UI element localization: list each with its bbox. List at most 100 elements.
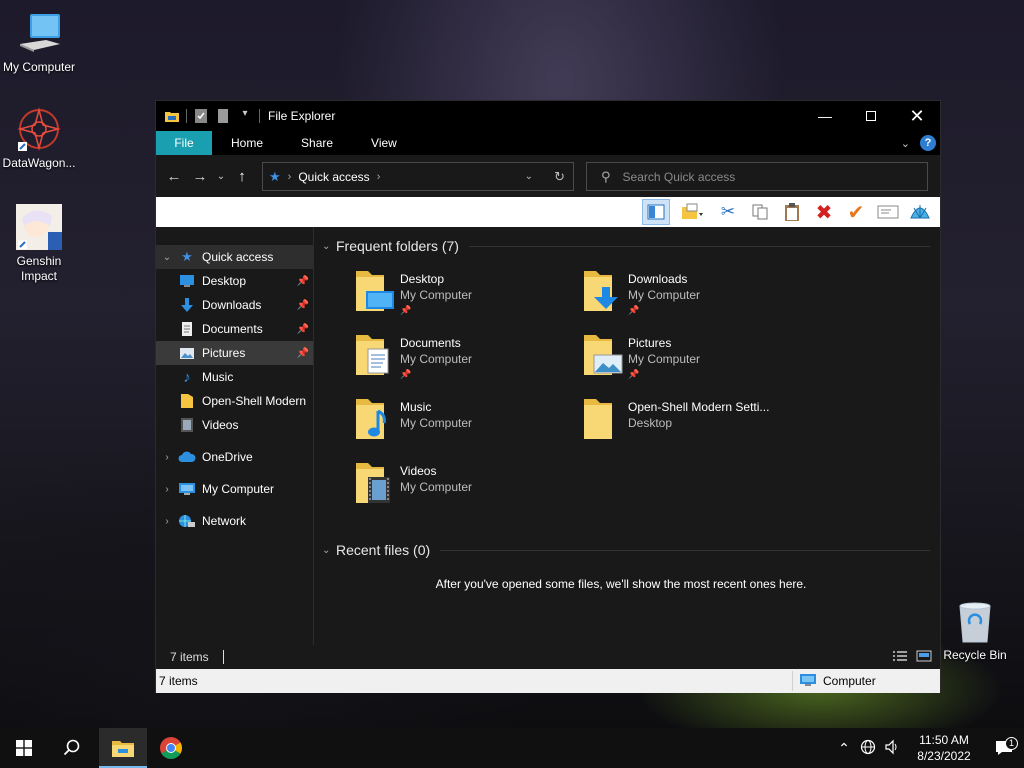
folder-tile-open-shell[interactable]: Open-Shell Modern Setti... Desktop [582,395,802,451]
folder-tile-desktop[interactable]: Desktop My Computer 📌 [354,267,574,323]
taskbar-file-explorer[interactable] [99,728,147,768]
breadcrumb-separator-icon: › [287,170,292,183]
explorer-body: ⌄ ★ Quick access Desktop 📌 Downloads 📌 D… [156,227,940,645]
nav-item-desktop[interactable]: Desktop 📌 [156,269,313,293]
desktop-icon-genshin[interactable]: Genshin Impact [0,204,81,284]
breadcrumb-quick-access[interactable]: Quick access [298,170,369,184]
nav-quick-access[interactable]: ⌄ ★ Quick access [156,245,313,269]
network-icon [178,513,196,529]
maximize-button[interactable] [848,101,894,131]
close-button[interactable]: ✕ [894,101,940,131]
chevron-right-icon[interactable]: › [156,516,178,527]
nav-item-music[interactable]: ♪ Music [156,365,313,389]
folder-pictures-icon [582,331,626,377]
recent-files-header[interactable]: ⌄ Recent files (0) [322,539,940,561]
nav-item-downloads[interactable]: Downloads 📌 [156,293,313,317]
recycle-bin-icon [952,602,998,644]
nav-item-open-shell[interactable]: Open-Shell Modern [156,389,313,413]
folder-downloads-icon [582,267,626,313]
chevron-down-icon[interactable]: ⌄ [322,241,336,252]
nav-item-pictures[interactable]: Pictures 📌 [156,341,313,365]
breadcrumb-separator-icon[interactable]: › [377,171,381,183]
search-input[interactable] [622,169,903,184]
folder-tile-documents[interactable]: Documents My Computer 📌 [354,331,574,387]
folder-icon[interactable] [164,108,180,124]
nav-label: Desktop [202,274,247,288]
properties-button[interactable]: ✔ [842,199,870,225]
forward-arrow-icon[interactable]: → [187,168,213,185]
nav-label: Network [202,514,247,528]
address-dropdown-icon[interactable]: ⌄ [525,171,533,182]
nav-item-documents[interactable]: Documents 📌 [156,317,313,341]
folder-location: My Computer [628,288,701,302]
pin-icon[interactable]: 📌 [297,300,309,311]
refresh-icon[interactable]: ↻ [554,169,565,185]
chevron-right-icon[interactable]: › [156,484,178,495]
tab-share[interactable]: Share [282,131,352,155]
new-folder-icon [682,203,703,219]
folder-tile-music[interactable]: Music My Computer [354,395,574,451]
open-shell-button[interactable] [906,199,934,225]
nav-network[interactable]: › Network [156,509,313,533]
show-hidden-icons-chevron-icon[interactable]: ⌃ [832,740,856,757]
large-icons-view-icon[interactable] [916,650,932,665]
taskbar-chrome[interactable] [147,728,195,768]
datawagon-icon [16,106,62,152]
chevron-right-icon[interactable]: › [156,452,178,463]
folder-tile-downloads[interactable]: Downloads My Computer 📌 [582,267,802,323]
address-bar[interactable]: ★ › Quick access › ⌄ ↻ [262,162,574,191]
pin-icon[interactable]: 📌 [297,276,309,287]
customize-qat-icon[interactable]: ▾ [237,108,253,124]
search-button[interactable] [48,728,96,768]
tab-view[interactable]: View [352,131,416,155]
cut-button[interactable]: ✂ [714,199,742,225]
shell-icon [910,205,930,219]
volume-icon[interactable] [880,739,904,758]
close-icon: ✕ [909,105,925,126]
nav-item-videos[interactable]: Videos [156,413,313,437]
delete-x-icon: ✖ [815,201,833,224]
nav-label: Open-Shell Modern [202,394,307,408]
folder-tile-videos[interactable]: Videos My Computer [354,459,574,515]
group-title: Frequent folders (7) [336,238,459,254]
recent-locations-chevron-icon[interactable]: ⌄ [213,171,229,182]
folder-icon [178,393,196,409]
details-view-icon[interactable] [892,650,908,665]
folder-location: My Computer [400,288,473,302]
help-icon[interactable]: ? [920,135,936,151]
clock[interactable]: 11:50 AM 8/23/2022 [904,732,984,764]
desktop-icon-my-computer[interactable]: My Computer [0,10,81,75]
quick-access-toolbar: ▾ [156,108,260,124]
network-globe-icon[interactable] [856,739,880,758]
new-folder-button[interactable] [674,199,710,225]
minimize-button[interactable]: — [802,101,848,131]
frequent-folders-header[interactable]: ⌄ Frequent folders (7) [322,235,940,257]
desktop-icon-datawagon[interactable]: DataWagon... [0,106,81,171]
start-button[interactable] [0,728,48,768]
desktop-icon-recycle-bin[interactable]: Recycle Bin [933,602,1017,663]
up-arrow-icon[interactable]: ↑ [229,168,255,185]
search-box[interactable]: ⚲ [586,162,928,191]
new-folder-icon[interactable] [215,108,231,124]
nav-onedrive[interactable]: › OneDrive [156,445,313,469]
chevron-down-icon[interactable]: ⌄ [156,252,178,263]
tab-file[interactable]: File [156,131,212,155]
expand-ribbon-icon[interactable]: ⌄ [901,137,910,150]
properties-icon[interactable] [193,108,209,124]
pin-icon[interactable]: 📌 [297,348,309,359]
copy-button[interactable] [746,199,774,225]
pin-icon: 📌 [400,305,412,315]
navigation-pane-toggle-button[interactable] [642,199,670,225]
paste-button[interactable] [778,199,806,225]
chevron-down-icon[interactable]: ⌄ [322,545,336,556]
action-center-button[interactable]: 1 [984,737,1024,757]
folder-tile-pictures[interactable]: Pictures My Computer 📌 [582,331,802,387]
frequent-folders-grid: Desktop My Computer 📌 Downloads My Compu… [322,257,940,513]
delete-button[interactable]: ✖ [810,199,838,225]
email-button[interactable] [874,199,902,225]
pin-icon[interactable]: 📌 [297,324,309,335]
tab-home[interactable]: Home [212,131,282,155]
chrome-icon [160,737,182,759]
back-arrow-icon[interactable]: ← [161,168,187,185]
nav-my-computer[interactable]: › My Computer [156,477,313,501]
